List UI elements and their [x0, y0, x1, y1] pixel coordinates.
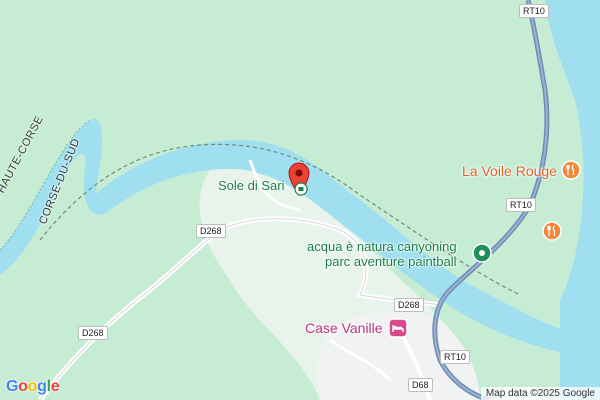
road-shield-rt10: RT10: [519, 4, 549, 18]
restaurant-icon[interactable]: [561, 160, 581, 185]
road-shield-d68: D68: [408, 378, 433, 392]
poi-label-case-vanille[interactable]: Case Vanille: [305, 321, 383, 335]
poi-label-acqua-line2[interactable]: parc aventure paintball: [325, 255, 457, 268]
road-shield-d268: D268: [394, 298, 424, 312]
place-icon: [294, 182, 308, 201]
map-attribution[interactable]: Map data ©2025 Google: [480, 387, 600, 400]
poi-label-acqua-line1[interactable]: acqua è natura canyoning: [307, 240, 457, 253]
google-logo: Google: [6, 378, 60, 395]
road-shield-d268: D268: [78, 326, 108, 340]
restaurant-icon[interactable]: [542, 221, 562, 246]
marker-title[interactable]: Sole di Sari: [218, 179, 284, 192]
poi-label-la-voile-rouge[interactable]: La Voile Rouge: [462, 164, 557, 178]
map-canvas[interactable]: HAUTE-CORSE CORSE-DU-SUD RT10 RT10 RT10 …: [0, 0, 600, 400]
activity-icon[interactable]: [472, 243, 492, 268]
hotel-icon[interactable]: [388, 318, 408, 343]
road-shield-rt10: RT10: [506, 198, 536, 212]
road-shield-rt10: RT10: [440, 350, 470, 364]
road-shield-d268: D268: [196, 224, 226, 238]
